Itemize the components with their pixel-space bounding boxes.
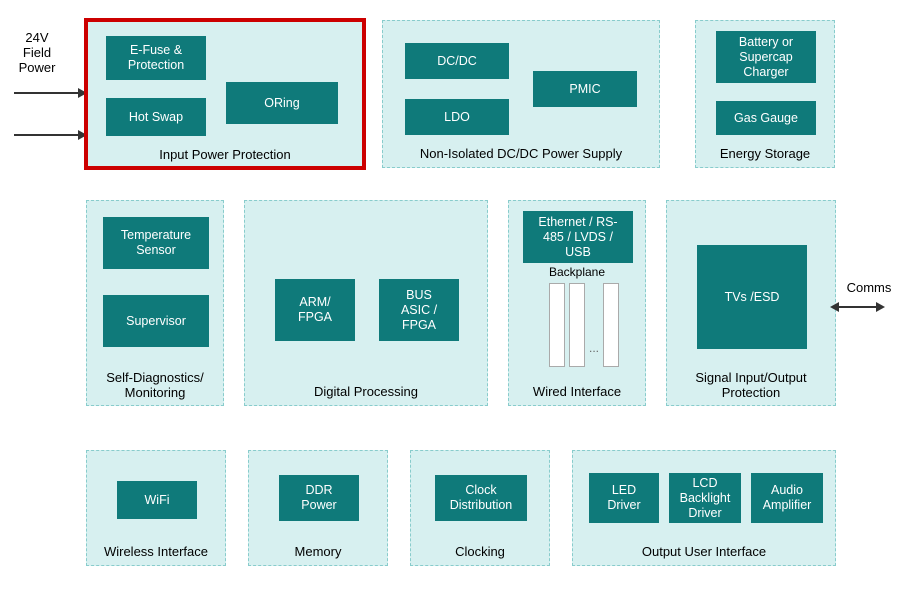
group-input-power-protection: E-Fuse & Protection Hot Swap ORing Input… (86, 20, 364, 168)
label-24v-field-power: 24V Field Power (12, 30, 62, 75)
block-supervisor: Supervisor (103, 295, 209, 347)
block-efuse-protection: E-Fuse & Protection (106, 36, 206, 80)
block-dcdc: DC/DC (405, 43, 509, 79)
arrow-comms-line (838, 306, 878, 308)
block-ldo: LDO (405, 99, 509, 135)
group-dcdc-supply: DC/DC LDO PMIC Non-Isolated DC/DC Power … (382, 20, 660, 168)
group-label-memory: Memory (249, 544, 387, 559)
block-bus-asic-fpga: BUS ASIC / FPGA (379, 279, 459, 341)
group-signal-io-protection: TVs /ESD Signal Input/Output Protection (666, 200, 836, 406)
block-led-driver: LED Driver (589, 473, 659, 523)
block-arm-fpga: ARM/ FPGA (275, 279, 355, 341)
group-label-output-ui: Output User Interface (573, 544, 835, 559)
group-wired-interface: Ethernet / RS- 485 / LVDS / USB Backplan… (508, 200, 646, 406)
arrow-power-top (14, 92, 80, 94)
group-digital-processing: ARM/ FPGA BUS ASIC / FPGA Digital Proces… (244, 200, 488, 406)
arrow-comms-right (876, 302, 885, 312)
group-label-dcdc: Non-Isolated DC/DC Power Supply (383, 146, 659, 161)
diagram-canvas: 24V Field Power E-Fuse & Protection Hot … (0, 0, 902, 594)
arrow-power-bottom (14, 134, 80, 136)
backplane-slot-2 (569, 283, 585, 367)
group-wireless-interface: WiFi Wireless Interface (86, 450, 226, 566)
backplane-ellipsis: ... (589, 341, 599, 355)
group-label-selfdiag: Self-Diagnostics/ Monitoring (87, 371, 223, 401)
block-wifi: WiFi (117, 481, 197, 519)
block-audio-amplifier: Audio Amplifier (751, 473, 823, 523)
group-output-user-interface: LED Driver LCD Backlight Driver Audio Am… (572, 450, 836, 566)
block-tvs-esd: TVs /ESD (697, 245, 807, 349)
backplane-slot-n (603, 283, 619, 367)
group-label-sigio: Signal Input/Output Protection (667, 371, 835, 401)
block-clock-distribution: Clock Distribution (435, 475, 527, 521)
block-ddr-power: DDR Power (279, 475, 359, 521)
group-memory: DDR Power Memory (248, 450, 388, 566)
label-backplane: Backplane (509, 265, 645, 279)
group-energy-storage: Battery or Supercap Charger Gas Gauge En… (695, 20, 835, 168)
block-temperature-sensor: Temperature Sensor (103, 217, 209, 269)
block-lcd-backlight-driver: LCD Backlight Driver (669, 473, 741, 523)
group-label-clocking: Clocking (411, 544, 549, 559)
group-label-energy: Energy Storage (696, 146, 834, 161)
backplane-slot-1 (549, 283, 565, 367)
block-oring: ORing (226, 82, 338, 124)
group-clocking: Clock Distribution Clocking (410, 450, 550, 566)
group-self-diagnostics: Temperature Sensor Supervisor Self-Diagn… (86, 200, 224, 406)
group-label-wireless: Wireless Interface (87, 544, 225, 559)
group-label-wired: Wired Interface (509, 384, 645, 399)
arrow-comms-left (830, 302, 839, 312)
group-label-input-power: Input Power Protection (86, 147, 364, 162)
block-ethernet-rs485-lvds-usb: Ethernet / RS- 485 / LVDS / USB (523, 211, 633, 263)
block-pmic: PMIC (533, 71, 637, 107)
block-battery-charger: Battery or Supercap Charger (716, 31, 816, 83)
block-gas-gauge: Gas Gauge (716, 101, 816, 135)
label-comms: Comms (842, 280, 896, 295)
group-label-dproc: Digital Processing (245, 384, 487, 399)
block-hot-swap: Hot Swap (106, 98, 206, 136)
